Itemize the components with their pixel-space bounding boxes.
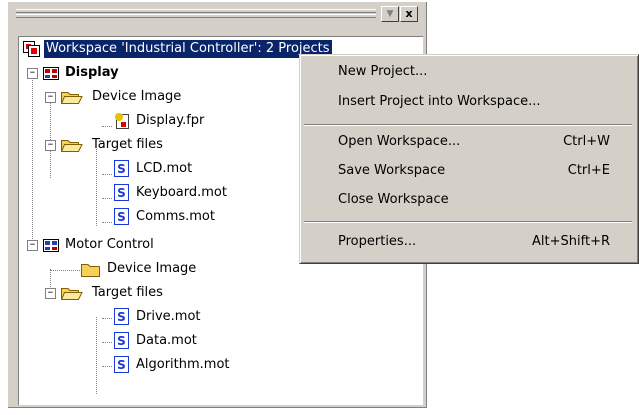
s-record-file-icon: S <box>114 332 129 349</box>
tree-line <box>102 366 112 367</box>
collapse-toggle[interactable]: − <box>45 140 56 151</box>
close-button[interactable]: x <box>400 6 418 22</box>
s-record-file-icon: S <box>114 356 129 373</box>
project-icon <box>43 239 59 252</box>
s-record-file-icon: S <box>114 308 129 325</box>
collapse-toggle[interactable]: − <box>27 68 38 79</box>
menu-separator <box>304 124 632 126</box>
file-label: Algorithm.mot <box>136 357 230 372</box>
menu-item-insert-project[interactable]: Insert Project into Workspace... <box>300 87 636 117</box>
tree-line <box>102 174 112 175</box>
menu-item-label: Properties... <box>338 234 417 249</box>
menu-item-properties[interactable]: Properties... Alt+Shift+R <box>300 227 636 257</box>
file-label: Keyboard.mot <box>136 185 227 200</box>
file-label: Display.fpr <box>136 113 205 128</box>
menu-item-shortcut: Ctrl+W <box>563 134 610 149</box>
svg-text:S: S <box>117 186 126 200</box>
folder-icon <box>81 264 100 277</box>
collapse-toggle[interactable]: − <box>45 92 56 103</box>
workspace-label: Workspace 'Industrial Controller': 2 Pro… <box>44 40 332 58</box>
svg-text:S: S <box>117 210 126 224</box>
folder-label: Target files <box>92 137 163 152</box>
project-icon <box>43 67 59 80</box>
tree-line <box>32 77 33 251</box>
tree-line <box>50 270 80 271</box>
tree-line <box>102 222 112 223</box>
s-record-file-icon: S <box>114 184 129 201</box>
menu-item-new-project[interactable]: New Project... <box>300 57 636 87</box>
tree-line <box>96 317 97 394</box>
tree-line <box>102 342 112 343</box>
file-label: LCD.mot <box>136 161 193 176</box>
svg-text:S: S <box>117 358 126 372</box>
menu-item-shortcut: Ctrl+E <box>567 163 610 178</box>
tree-line <box>102 198 112 199</box>
collapse-toggle[interactable]: − <box>45 288 56 299</box>
menu-item-save-workspace[interactable]: Save Workspace Ctrl+E <box>300 156 636 186</box>
fpr-file-icon <box>115 113 129 129</box>
open-folder-icon <box>61 140 83 152</box>
workspace-icon <box>23 41 40 57</box>
collapse-toggle[interactable]: − <box>27 240 38 251</box>
tree-line <box>96 149 97 226</box>
svg-text:S: S <box>117 310 126 324</box>
menu-item-label: New Project... <box>338 64 428 79</box>
project-label: Motor Control <box>65 237 154 252</box>
file-label: Comms.mot <box>136 209 215 224</box>
svg-text:S: S <box>117 162 126 176</box>
menu-item-shortcut: Alt+Shift+R <box>532 234 610 249</box>
menu-item-open-workspace[interactable]: Open Workspace... Ctrl+W <box>300 127 636 157</box>
s-record-file-icon: S <box>114 208 129 225</box>
project-label: Display <box>65 65 119 80</box>
menu-item-label: Close Workspace <box>338 192 449 207</box>
open-folder-icon <box>61 92 83 104</box>
dock-button[interactable]: ▼ <box>381 6 399 22</box>
tree-line <box>102 318 112 319</box>
svg-text:S: S <box>117 334 126 348</box>
menu-item-label: Insert Project into Workspace... <box>338 94 541 109</box>
menu-item-label: Open Workspace... <box>338 134 461 149</box>
file-label: Data.mot <box>136 333 197 348</box>
menu-separator <box>304 221 632 223</box>
folder-label: Device Image <box>107 261 197 276</box>
panel-drag-grip[interactable] <box>16 9 376 18</box>
folder-label: Target files <box>92 285 163 300</box>
workspace-context-menu: New Project... Insert Project into Works… <box>299 54 639 264</box>
s-record-file-icon: S <box>114 160 129 177</box>
menu-item-label: Save Workspace <box>338 163 446 178</box>
file-label: Drive.mot <box>136 309 201 324</box>
folder-label: Device Image <box>92 89 182 104</box>
menu-item-close-workspace[interactable]: Close Workspace <box>300 185 636 215</box>
open-folder-icon <box>61 288 83 300</box>
tree-line <box>102 126 112 127</box>
